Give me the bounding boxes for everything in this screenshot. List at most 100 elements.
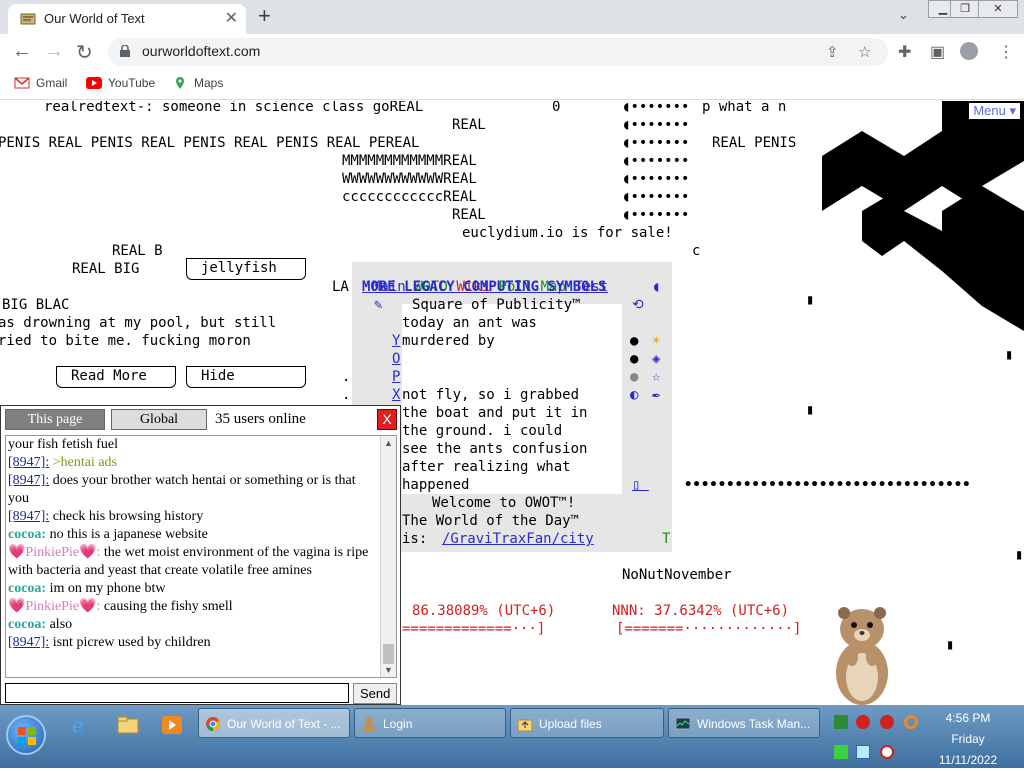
chrome-icon — [206, 717, 220, 731]
box-symbol-icon[interactable]: ▯ — [632, 476, 649, 494]
owot-menu-button[interactable]: Menu ▾ — [969, 103, 1020, 119]
chat-nick[interactable]: [8947]: — [8, 455, 49, 470]
chat-nick[interactable]: 💗PinkiePie💗: — [8, 545, 100, 560]
task-task-manager[interactable]: Windows Task Man... — [668, 708, 820, 738]
chat-nick[interactable]: [8947]: — [8, 473, 49, 488]
ant-story-line: today an ant was — [402, 315, 537, 331]
internet-explorer-icon[interactable]: e — [68, 713, 92, 737]
ant-story-line: happened — [402, 477, 470, 493]
bookmark-youtube[interactable]: YouTube — [86, 76, 155, 90]
new-tab-icon[interactable]: + — [258, 3, 271, 29]
scroll-down-arrow-icon[interactable]: ▼ — [384, 665, 393, 675]
black-diamond-art — [822, 101, 1024, 331]
forward-icon[interactable]: → — [44, 40, 64, 63]
restore-button[interactable]: ❐ — [950, 0, 980, 18]
nnn-title: NoNutNovember — [622, 567, 732, 583]
scroll-up-arrow-icon[interactable]: ▲ — [384, 438, 393, 448]
sun-icon: ☀ — [652, 333, 661, 349]
chat-message: [8947]: does your brother watch hentai o… — [8, 473, 356, 506]
pen-symbol-icon: ✒ — [652, 387, 661, 403]
wotd-text: The World of the Day™ — [402, 513, 580, 529]
tab-search-chevron-icon[interactable]: ⌄ — [898, 7, 909, 23]
chat-message: cocoa: also — [8, 617, 73, 632]
address-bar[interactable]: ourworldoftext.com ⇪ ☆ — [108, 38, 888, 66]
chat-tab-global[interactable]: Global — [111, 409, 207, 430]
media-player-icon[interactable] — [160, 713, 184, 737]
hamster-image — [836, 607, 888, 705]
chat-nick[interactable]: [8947]: — [8, 509, 49, 524]
bookmark-gmail[interactable]: Gmail — [14, 76, 67, 90]
profile-avatar-icon[interactable] — [960, 42, 978, 60]
chat-send-button[interactable]: Send — [353, 683, 397, 704]
star-symbol-icon: ☆ — [652, 369, 661, 385]
chat-nick[interactable]: cocoa: — [8, 581, 46, 596]
refresh-symbol-icon: ⟲ — [632, 297, 644, 313]
side-panel-icon[interactable]: ▣ — [930, 42, 945, 62]
more-menu-icon[interactable]: ⋮ — [998, 42, 1014, 62]
letter-link[interactable]: X — [392, 386, 400, 404]
chat-message: [8947]: check his browsing history — [8, 509, 204, 524]
tray-app-icon[interactable] — [834, 715, 848, 729]
browser-tab[interactable]: Our World of Text ✕ — [8, 4, 246, 34]
scroll-thumb[interactable] — [383, 644, 394, 664]
gmail-icon — [14, 77, 30, 89]
letter-link[interactable]: P — [392, 368, 400, 386]
syringe-icon: ✎ — [374, 297, 383, 313]
close-window-button[interactable]: ✕ — [978, 0, 1018, 18]
ant-story-line: murdered by — [402, 333, 495, 349]
chat-nick[interactable]: cocoa: — [8, 617, 46, 632]
pacman-row: ◖••••••• — [622, 101, 690, 115]
chat-message: cocoa: im on my phone btw — [8, 581, 166, 596]
chat-scrollbar[interactable]: ▲ ▼ — [380, 436, 396, 677]
chat-nick[interactable]: 💗PinkiePie💗: — [8, 599, 100, 614]
task-login[interactable]: Login — [354, 708, 506, 738]
upload-files-icon — [517, 719, 533, 732]
world-text: PENIS REAL PENIS REAL PENIS REAL PENIS R… — [0, 135, 420, 151]
chat-log[interactable]: your fish fetish fuel [8947]: >hentai ad… — [5, 435, 397, 678]
chat-message: cocoa: no this is a japanese website — [8, 527, 208, 542]
wotd-link[interactable]: /GraviTraxFan/city — [442, 530, 594, 548]
letter-link[interactable]: Y — [392, 332, 400, 350]
tray-network-icon[interactable] — [834, 745, 848, 759]
task-chrome[interactable]: Our World of Text - ... — [198, 708, 350, 738]
reload-icon[interactable]: ↻ — [76, 40, 93, 65]
tray-search-icon[interactable] — [904, 715, 918, 729]
task-upload-files[interactable]: Upload files — [510, 708, 664, 738]
chat-messages: your fish fetish fuel [8947]: >hentai ad… — [8, 436, 378, 652]
legacy-symbols-link[interactable]: MORE LEGACY COMPUTING SYMBOLS — [362, 278, 606, 296]
world-text: REAL — [452, 207, 486, 223]
hide-button[interactable]: Hide — [186, 366, 306, 388]
world-text: . — [342, 387, 351, 403]
lock-icon — [120, 45, 130, 57]
chat-close-button[interactable]: X — [377, 409, 397, 430]
clock-day: Friday — [951, 732, 985, 746]
world-text: c — [692, 243, 701, 259]
tray-speaker-icon[interactable] — [880, 745, 894, 759]
tray-security-icon[interactable] — [880, 715, 894, 729]
youtube-icon — [86, 77, 102, 89]
chat-nick[interactable]: cocoa: — [8, 527, 46, 542]
chat-nick[interactable]: [8947]: — [8, 635, 49, 650]
tray-display-icon[interactable] — [856, 745, 870, 759]
ant-story-line: after realizing what — [402, 459, 571, 475]
welcome-text: Welcome to OWOT™! — [432, 495, 576, 511]
tab-strip: Our World of Text ✕ + ⌄ ▁ ❐ ✕ — [0, 0, 1024, 34]
bookmark-star-icon[interactable]: ☆ — [858, 43, 871, 61]
read-more-button[interactable]: Read More — [56, 366, 176, 388]
pacman-row: ◖••••••• — [622, 117, 690, 133]
file-explorer-icon[interactable] — [116, 713, 140, 737]
pixel-mark: ▮ — [1005, 347, 1014, 363]
tray-antivirus-icon[interactable] — [856, 715, 870, 729]
back-icon[interactable]: ← — [12, 40, 32, 63]
start-button[interactable] — [6, 715, 46, 755]
share-icon[interactable]: ⇪ — [826, 43, 839, 61]
system-clock[interactable]: 4:56 PM Friday 11/11/2022 — [928, 708, 1008, 771]
tab-close-icon[interactable]: ✕ — [225, 8, 238, 28]
tab-title: Our World of Text — [44, 11, 145, 26]
chat-input[interactable] — [5, 683, 349, 703]
black-dot-icon: ● — [630, 333, 639, 349]
letter-link[interactable]: O — [392, 350, 400, 368]
chat-tab-this-page[interactable]: This page — [5, 409, 105, 430]
bookmark-maps[interactable]: Maps — [172, 76, 223, 90]
extensions-icon[interactable]: ✚ — [898, 42, 911, 62]
